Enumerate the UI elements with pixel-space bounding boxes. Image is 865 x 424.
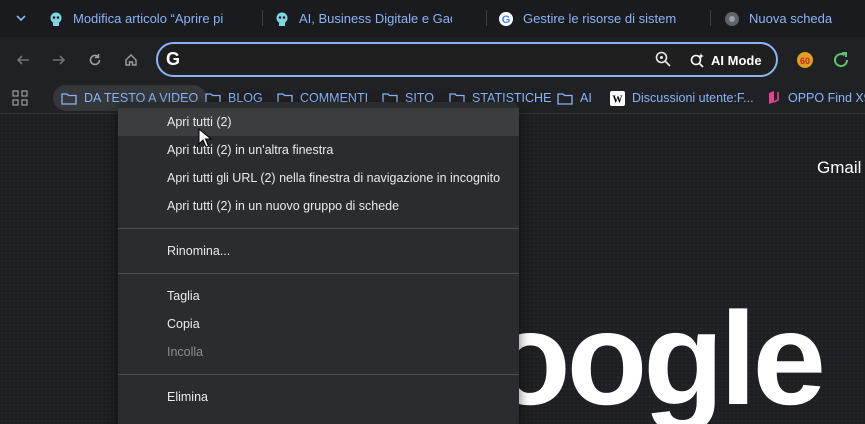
svg-text:G: G bbox=[502, 14, 511, 26]
menu-separator bbox=[118, 228, 519, 229]
tab-title: AI, Business Digitale e Gadge bbox=[299, 11, 452, 26]
bookmark-discussioni-utente[interactable]: W Discussioni utente:F... bbox=[601, 85, 762, 111]
ai-mode-label: AI Mode bbox=[711, 52, 762, 68]
mouse-cursor-icon bbox=[198, 128, 212, 148]
toolbar: G AI Mode 60 bbox=[0, 37, 865, 82]
tab-ai-business[interactable]: AI, Business Digitale e Gadge bbox=[274, 4, 452, 33]
menu-item-open-all-new-window[interactable]: Apri tutti (2) in un'altra finestra bbox=[118, 136, 519, 164]
oppo-icon bbox=[765, 91, 781, 105]
menu-item-copy[interactable]: Copia bbox=[118, 310, 519, 338]
menu-item-open-all-new-group[interactable]: Apri tutti (2) in un nuovo gruppo di sch… bbox=[118, 192, 519, 220]
menu-item-open-all-incognito[interactable]: Apri tutti gli URL (2) nella finestra di… bbox=[118, 164, 519, 192]
bookmark-folder-context-menu: Apri tutti (2) Apri tutti (2) in un'altr… bbox=[118, 102, 519, 424]
menu-separator bbox=[118, 273, 519, 274]
bookmark-label: OPPO Find X9 U bbox=[788, 91, 865, 105]
tab-search-button[interactable] bbox=[8, 6, 34, 30]
guardian-icon bbox=[274, 11, 290, 27]
google-g-icon: G bbox=[166, 49, 181, 69]
menu-item-delete[interactable]: Elimina bbox=[118, 383, 519, 411]
menu-item-paste: Incolla bbox=[167, 345, 204, 359]
tab-divider bbox=[710, 10, 711, 26]
tab-title: Gestire le risorse di sistema bbox=[523, 11, 676, 26]
tab-title: Nuova scheda bbox=[749, 11, 833, 26]
google-icon: G bbox=[498, 11, 514, 27]
home-button[interactable] bbox=[120, 49, 142, 71]
arrow-right-icon bbox=[53, 55, 66, 65]
tab-modifica-articolo[interactable]: Modifica articolo “Aprire più bbox=[48, 4, 224, 33]
apps-grid-icon[interactable] bbox=[12, 90, 28, 106]
gmail-link[interactable]: Gmail bbox=[817, 158, 861, 178]
folder-icon bbox=[557, 91, 573, 105]
tab-divider bbox=[262, 10, 263, 26]
arrow-left-icon bbox=[16, 55, 29, 65]
sparkle-search-icon bbox=[690, 53, 704, 68]
folder-icon bbox=[61, 91, 77, 105]
menu-item-cut[interactable]: Taglia bbox=[118, 282, 519, 310]
chrome-icon bbox=[724, 11, 740, 27]
bookmark-label: Discussioni utente:F... bbox=[632, 91, 754, 105]
menu-item-rename[interactable]: Rinomina... bbox=[118, 237, 519, 265]
svg-text:W: W bbox=[612, 94, 622, 105]
forward-button[interactable] bbox=[48, 49, 70, 71]
tab-divider bbox=[486, 10, 487, 26]
tab-gestire-risorse[interactable]: G Gestire le risorse di sistema bbox=[498, 4, 676, 33]
back-button[interactable] bbox=[12, 49, 34, 71]
ai-mode-button[interactable]: AI Mode bbox=[689, 49, 762, 71]
bookmark-folder-ai[interactable]: AI bbox=[549, 85, 600, 111]
reload-icon bbox=[89, 54, 101, 66]
address-bar[interactable]: G AI Mode bbox=[156, 42, 778, 77]
tab-strip: Modifica articolo “Aprire più AI, Busine… bbox=[0, 0, 865, 37]
tab-title: Modifica articolo “Aprire più bbox=[73, 11, 224, 26]
extension-icon[interactable]: 60 bbox=[796, 51, 814, 69]
lens-search-icon[interactable] bbox=[655, 51, 671, 67]
reload-button[interactable] bbox=[84, 49, 106, 71]
bookmark-oppo-find[interactable]: OPPO Find X9 U bbox=[757, 85, 865, 111]
menu-separator bbox=[118, 374, 519, 375]
tab-nuova-scheda[interactable]: Nuova scheda bbox=[724, 4, 854, 33]
chevron-down-icon bbox=[16, 15, 26, 22]
svg-text:60: 60 bbox=[800, 56, 810, 66]
guardian-icon bbox=[48, 11, 64, 27]
wikipedia-icon: W bbox=[609, 90, 625, 106]
google-logo: oogle bbox=[490, 285, 826, 424]
refresh-extension-icon[interactable] bbox=[832, 51, 850, 69]
bookmark-label: AI bbox=[580, 91, 592, 105]
home-icon bbox=[125, 54, 137, 66]
menu-item-open-all[interactable]: Apri tutti (2) bbox=[118, 108, 519, 136]
